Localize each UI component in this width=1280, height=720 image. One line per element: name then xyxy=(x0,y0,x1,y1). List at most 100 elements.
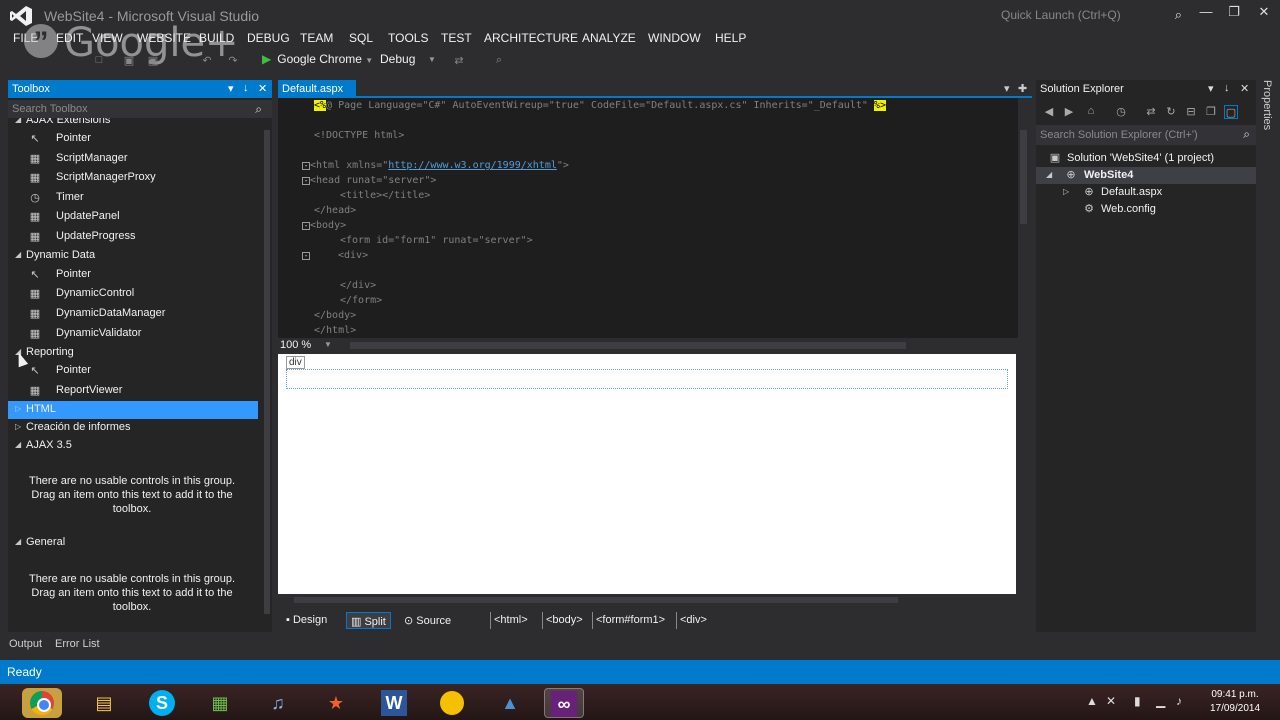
breadcrumb-form[interactable]: <form#form1> xyxy=(592,612,668,629)
scrollbar-thumb[interactable] xyxy=(1020,130,1027,224)
toolbox-group-creacion-de-informes[interactable]: ▷ Creación de informes xyxy=(8,419,258,437)
sync-icon[interactable]: ⇄ xyxy=(1144,105,1158,119)
solution-configuration-dropdown[interactable]: Debug ▼ xyxy=(374,52,436,70)
toolbox-group-general[interactable]: ◢ General xyxy=(8,534,258,552)
toolbox-item-timer[interactable]: ◷ Timer xyxy=(8,189,258,207)
toolbox-item-updateprogress[interactable]: ▦ UpdateProgress xyxy=(8,228,258,246)
toolbox-group-html[interactable]: ▷ HTML xyxy=(8,401,258,419)
minimize-button[interactable]: — xyxy=(1194,4,1218,24)
undo-icon[interactable]: ↶ xyxy=(200,54,214,68)
find-icon[interactable]: ⌕ xyxy=(492,54,506,68)
redo-icon[interactable]: ↷ xyxy=(226,54,240,68)
skype-icon[interactable]: S xyxy=(142,688,182,718)
tab-default-aspx[interactable]: Default.aspx xyxy=(278,80,356,98)
apps-grid-icon[interactable]: ▦ xyxy=(200,688,240,718)
zoom-level[interactable]: 100 % xyxy=(280,339,311,351)
close-icon[interactable]: ✕ xyxy=(1240,82,1249,95)
chrome-taskbar-button[interactable] xyxy=(22,688,62,718)
show-all-files-icon[interactable]: ❐ xyxy=(1204,105,1218,119)
dropdown-icon[interactable]: ▾ xyxy=(228,82,234,95)
toolbox-item-reportviewer[interactable]: ▦ ReportViewer xyxy=(8,382,258,400)
chevron-down-icon[interactable]: ▼ xyxy=(324,340,332,349)
menu-tools[interactable]: TOOLS xyxy=(388,31,428,45)
toolbox-item-dynamicvalidator[interactable]: ▦ DynamicValidator xyxy=(8,325,258,343)
tree-item-default-aspx[interactable]: ▷ ⊕ Default.aspx xyxy=(1036,184,1256,201)
tab-error-list[interactable]: Error List xyxy=(55,638,100,650)
code-vertical-scrollbar[interactable] xyxy=(1018,100,1030,336)
menu-debug[interactable]: DEBUG xyxy=(247,31,290,45)
div-element-box[interactable] xyxy=(286,369,1008,389)
split-view-button[interactable]: ▥ Split xyxy=(346,612,391,629)
file-explorer-icon[interactable]: ▤ xyxy=(84,688,124,718)
toolbox-group-dynamic-data[interactable]: ◢ Dynamic Data xyxy=(8,247,258,265)
home-icon[interactable]: ⌂ xyxy=(1084,105,1098,119)
maximize-button[interactable]: ❐ xyxy=(1222,4,1246,24)
menu-analyze[interactable]: ANALYZE xyxy=(582,31,636,45)
media-icon[interactable]: ♫ xyxy=(258,688,298,718)
signal-icon[interactable]: ▁ xyxy=(1156,694,1165,708)
preview-icon[interactable]: ▢ xyxy=(1224,105,1238,119)
design-view[interactable]: div xyxy=(278,354,1016,594)
menu-architecture[interactable]: ARCHITECTURE xyxy=(484,31,578,45)
menu-sql[interactable]: SQL xyxy=(349,31,373,45)
split-add-icon[interactable]: ✚ xyxy=(1018,82,1027,95)
source-view-button[interactable]: ⊙ Source xyxy=(400,612,455,629)
tree-item-web-config[interactable]: ⚙ Web.config xyxy=(1036,201,1256,218)
breadcrumb-body[interactable]: <body> xyxy=(542,612,586,629)
menu-help[interactable]: HELP xyxy=(715,31,746,45)
tree-item-solution[interactable]: ▣ Solution 'WebSite4' (1 project) xyxy=(1036,150,1256,167)
collapse-icon[interactable]: - xyxy=(302,177,310,185)
properties-side-tab[interactable]: Properties xyxy=(1258,80,1278,140)
toolbox-group-ajax-3-5[interactable]: ◢ AJAX 3.5 xyxy=(8,437,258,455)
browser-link-icon[interactable]: ⇄ xyxy=(452,54,466,68)
forward-icon[interactable]: ▶ xyxy=(1062,105,1076,119)
menu-view[interactable]: VIEW xyxy=(92,31,123,45)
design-horizontal-scrollbar[interactable] xyxy=(278,594,1016,606)
scrollbar-thumb[interactable] xyxy=(294,597,898,603)
toolbox-item-pointer[interactable]: ↖ Pointer xyxy=(8,130,258,148)
menu-test[interactable]: TEST xyxy=(441,31,472,45)
close-button[interactable]: ✕ xyxy=(1252,4,1276,24)
filezilla-icon[interactable]: ★ xyxy=(316,688,356,718)
toolbox-item-pointer[interactable]: ↖ Pointer xyxy=(8,266,258,284)
tree-item-project[interactable]: ◢ ⊕ WebSite4 xyxy=(1036,167,1256,184)
scrollbar-thumb[interactable] xyxy=(350,342,906,349)
pin-icon[interactable]: ↓ xyxy=(243,82,249,94)
dropdown-icon[interactable]: ▾ xyxy=(1208,82,1214,95)
start-debugging-button[interactable]: ▶ Google Chrome ▼ xyxy=(262,52,373,70)
toolbox-item-dynamiccontrol[interactable]: ▦ DynamicControl xyxy=(8,285,258,303)
breadcrumb-div[interactable]: <div> xyxy=(676,612,710,629)
design-view-button[interactable]: ▪ Design xyxy=(282,612,331,629)
azure-icon[interactable]: ▲ xyxy=(490,688,530,718)
menu-team[interactable]: TEAM xyxy=(300,31,333,45)
network-icon[interactable]: ✕ xyxy=(1106,694,1116,708)
toolbox-group-ajax-extensions[interactable]: ◢ AJAX Extensions xyxy=(8,118,258,130)
collapse-icon[interactable]: - xyxy=(302,162,310,170)
breadcrumb-html[interactable]: <html> xyxy=(490,612,531,629)
volume-icon[interactable]: ♪ xyxy=(1176,694,1182,708)
quick-launch-input[interactable]: Quick Launch (Ctrl+Q) ⌕ xyxy=(996,4,1188,26)
toolbox-scrollbar[interactable] xyxy=(262,120,272,630)
menu-file[interactable]: FILE xyxy=(13,31,38,45)
solution-explorer-search-input[interactable]: Search Solution Explorer (Ctrl+') ⌕ xyxy=(1036,125,1256,145)
toolbox-group-reporting[interactable]: ◢ Reporting xyxy=(8,344,258,362)
scrollbar-thumb[interactable] xyxy=(264,130,270,614)
visual-studio-taskbar-button[interactable]: ∞ xyxy=(544,688,584,718)
menu-window[interactable]: WINDOW xyxy=(648,31,701,45)
menu-build[interactable]: BUILD xyxy=(199,31,234,45)
xmlns-link[interactable]: http://www.w3.org/1999/xhtml xyxy=(388,160,557,171)
disc-icon[interactable] xyxy=(432,688,472,718)
menu-website[interactable]: WEBSITE xyxy=(137,31,191,45)
collapse-icon[interactable]: - xyxy=(302,252,310,260)
save-icon[interactable]: ▣ xyxy=(122,54,136,68)
toolbox-item-dynamicdatamanager[interactable]: ▦ DynamicDataManager xyxy=(8,305,258,323)
code-editor[interactable]: <%@ Page Language="C#" AutoEventWireup="… xyxy=(278,98,1018,338)
save-all-icon[interactable]: ▣ xyxy=(146,54,160,68)
collapse-all-icon[interactable]: ⊟ xyxy=(1184,105,1198,119)
toolbox-item-scriptmanagerproxy[interactable]: ▦ ScriptManagerProxy xyxy=(8,169,258,187)
battery-icon[interactable]: ▮ xyxy=(1134,694,1141,708)
div-tag-label[interactable]: div xyxy=(286,356,305,369)
toolbox-item-pointer[interactable]: ↖ Pointer xyxy=(8,362,258,380)
dropdown-icon[interactable]: ▾ xyxy=(1004,82,1010,95)
menu-edit[interactable]: EDIT xyxy=(56,31,83,45)
